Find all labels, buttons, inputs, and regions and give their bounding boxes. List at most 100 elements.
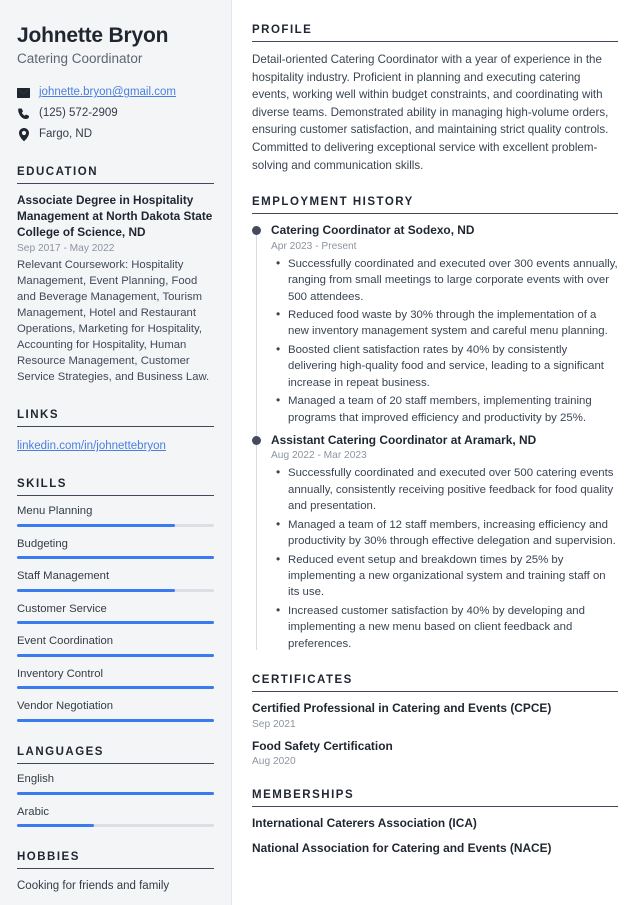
employment-entry-bullets: Successfully coordinated and executed ov… [271,464,618,652]
skill-bar-fill [17,556,214,560]
skill-bar-track [17,588,214,592]
education-entry-title: Associate Degree in Hospitality Manageme… [17,193,213,239]
skill-item: Menu Planning [17,505,214,527]
location-value: Fargo, ND [39,128,93,141]
education-entry-date: Sep 2017 - May 2022 [17,242,115,254]
employment-entry-date: Apr 2023 - Present [271,240,357,252]
main-column: Profile Detail-oriented Catering Coordin… [232,0,640,905]
certificate-date: Sep 2021 [252,718,296,730]
skill-bar-track [17,621,214,625]
contact-list: johnette.bryon@gmail.com (125) 572-2909 … [17,85,214,142]
skill-item: Vendor Negotiation [17,700,214,722]
section-skills: Skills Menu Planning Budgeting Staff Man… [17,478,214,722]
education-entry-description: Relevant Coursework: Hospitality Managem… [17,258,210,384]
section-employment: Employment History Catering Coordinator … [252,196,618,652]
employment-entry: Catering Coordinator at Sodexo, ND Apr 2… [252,223,618,426]
employment-bullet: Successfully coordinated and executed ov… [276,255,618,305]
certificate-name: Certified Professional in Catering and E… [252,701,552,716]
candidate-job-title: Catering Coordinator [17,51,143,67]
skill-bar-track [17,686,214,690]
certificate-item: Certified Professional in Catering and E… [252,701,618,729]
skill-item: Budgeting [17,538,214,560]
skill-bar-track [17,556,214,560]
location-pin-icon [17,128,30,142]
section-certificates-title: Certificates [252,674,353,687]
employment-entry-date: Aug 2022 - Mar 2023 [271,450,367,462]
section-profile: Profile Detail-oriented Catering Coordin… [252,24,618,174]
section-hobbies: Hobbies Cooking for friends and family [17,851,214,894]
skill-bar-fill [17,653,214,657]
language-label: English [17,772,55,785]
skill-bar-track [17,653,214,657]
skill-label: Event Coordination [17,635,114,648]
skill-label: Inventory Control [17,667,104,680]
memberships-list: International Caterers Association (ICA)… [252,807,618,857]
employment-entry-title: Assistant Catering Coordinator at Aramar… [271,432,537,447]
skill-label: Staff Management [17,570,110,583]
skill-bar-track [17,718,214,722]
section-languages-title: Languages [17,745,104,758]
section-profile-title: Profile [252,24,313,36]
section-education: Education Associate Degree in Hospitalit… [17,166,214,385]
employment-timeline: Catering Coordinator at Sodexo, ND Apr 2… [252,223,618,652]
section-hobbies-title: Hobbies [17,851,80,864]
section-links: Links linkedin.com/in/johnettebryon [17,409,214,454]
employment-bullet: Managed a team of 12 staff members, incr… [276,516,618,550]
employment-bullet: Successfully coordinated and executed ov… [276,464,618,514]
phone-icon [17,108,30,120]
skill-label: Budgeting [17,537,68,550]
language-bar-track [17,791,214,795]
employment-bullet: Boosted client satisfaction rates by 40%… [276,341,618,391]
membership-item: International Caterers Association (ICA) [252,816,477,830]
timeline-dot-icon [252,435,261,445]
section-languages: Languages English Arabic [17,745,214,828]
skill-bar-fill [17,718,214,722]
skill-bar-track [17,523,214,527]
hobbies-list: Cooking for friends and family [17,869,214,894]
section-certificates: Certificates Certified Professional in C… [252,674,618,767]
section-profile-body: Detail-oriented Catering Coordinator wit… [252,42,618,174]
employment-entry-bullets: Successfully coordinated and executed ov… [271,255,618,426]
skill-bar-fill [17,621,214,625]
skill-item: Staff Management [17,570,214,592]
education-entry: Associate Degree in Hospitality Manageme… [17,193,214,385]
skill-label: Customer Service [17,602,107,615]
employment-bullet: Reduced food waste by 30% through the im… [276,306,618,340]
section-memberships: Memberships International Caterers Assoc… [252,789,618,857]
skill-item: Event Coordination [17,635,214,657]
language-item: English [17,773,214,795]
certificate-name: Food Safety Certification [252,738,393,753]
language-label: Arabic [17,805,50,818]
section-skills-title: Skills [17,478,67,491]
employment-bullet: Increased customer satisfaction by 40% b… [276,602,618,652]
certificate-item: Food Safety Certification Aug 2020 [252,739,618,767]
section-education-body: Associate Degree in Hospitality Manageme… [17,184,214,385]
skill-label: Menu Planning [17,505,93,518]
employment-bullet: Managed a team of 20 staff members, impl… [276,392,618,426]
section-employment-title: Employment History [252,196,414,209]
contact-phone-row: (125) 572-2909 [17,106,214,121]
language-bar-track [17,824,214,828]
linkedin-link[interactable]: linkedin.com/in/johnettebryon [17,440,166,452]
section-links-body: linkedin.com/in/johnettebryon [17,427,214,454]
skill-bar-fill [17,523,175,527]
contact-location-row: Fargo, ND [17,127,214,142]
phone-value: (125) 572-2909 [39,107,118,120]
sidebar: Johnette Bryon Catering Coordinator john… [0,0,232,905]
employment-bullet: Reduced event setup and breakdown times … [276,551,618,601]
email-icon [17,87,30,98]
certificate-date: Aug 2020 [252,756,296,767]
section-links-title: Links [17,409,59,422]
hobby-item: Cooking for friends and family [17,880,170,893]
timeline-dot-icon [252,226,261,236]
skill-item: Customer Service [17,603,214,625]
candidate-name: Johnette Bryon [17,24,169,47]
skill-bar-fill [17,686,214,690]
email-link[interactable]: johnette.bryon@gmail.com [39,85,176,100]
skill-item: Inventory Control [17,668,214,690]
language-bar-fill [17,824,94,828]
skill-label: Vendor Negotiation [17,700,114,713]
skill-bar-fill [17,588,175,592]
contact-email-row: johnette.bryon@gmail.com [17,85,214,100]
membership-item: National Association for Catering and Ev… [252,841,552,856]
